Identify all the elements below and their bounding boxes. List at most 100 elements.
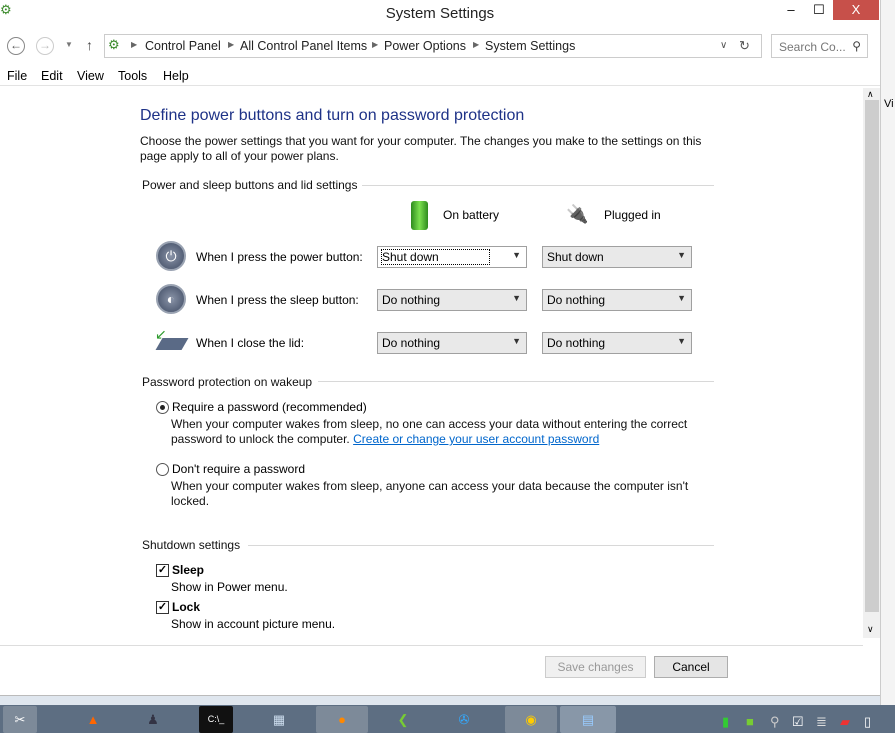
plug-icon: 🔌	[566, 204, 589, 224]
tray-nvidia-icon[interactable]: ■	[746, 714, 754, 729]
sleep-icon: ◐	[156, 284, 186, 314]
close-lid-battery-select[interactable]: Do nothing ▼	[377, 332, 527, 354]
window-border	[0, 695, 880, 705]
sleep-button-plugged-select[interactable]: Do nothing ▼	[542, 289, 692, 311]
scrollbar-thumb[interactable]	[865, 100, 879, 612]
breadcrumb-system-settings[interactable]: System Settings	[485, 39, 575, 53]
laptop-lid-icon: ↙	[155, 326, 189, 354]
power-button-battery-select[interactable]: Shut down ▼	[377, 246, 527, 268]
taskbar-app-nvidia-icon[interactable]: ❮	[386, 706, 420, 733]
sleep-description: Show in Power menu.	[171, 580, 288, 594]
breadcrumb-control-panel[interactable]: Control Panel	[145, 39, 221, 53]
selected-value: Shut down	[381, 249, 490, 265]
taskbar-app-vlc-icon[interactable]: ▲	[76, 706, 110, 733]
background-window: Vi	[880, 0, 895, 705]
menu-edit[interactable]: Edit	[41, 69, 63, 83]
chevron-down-icon: ▼	[512, 293, 521, 303]
save-changes-button[interactable]: Save changes	[545, 656, 646, 678]
lock-checkbox[interactable]: ✓	[156, 601, 169, 614]
tray-battery-icon[interactable]: ▮	[722, 714, 729, 730]
require-password-radio[interactable]	[156, 401, 169, 414]
plugged-in-header: Plugged in	[604, 208, 661, 222]
taskbar-app-blue-icon[interactable]: ✇	[447, 706, 481, 733]
chevron-down-icon: ▼	[512, 336, 521, 346]
breadcrumb-separator: ▶	[228, 40, 235, 49]
recent-pages-chevron-icon[interactable]: ▼	[65, 40, 73, 49]
breadcrumb-power-options[interactable]: Power Options	[384, 39, 466, 53]
power-button-label: When I press the power button:	[196, 250, 363, 264]
control-panel-icon: ⚙	[108, 37, 120, 52]
selected-value: Shut down	[547, 250, 604, 264]
cancel-button[interactable]: Cancel	[654, 656, 728, 678]
taskbar-app-cmd-icon[interactable]: C:\_	[199, 706, 233, 733]
footer	[0, 645, 863, 695]
on-battery-header: On battery	[443, 208, 500, 222]
search-icon: ⚲	[852, 39, 861, 53]
forward-button[interactable]: →	[36, 37, 54, 55]
divider	[362, 185, 714, 186]
intro-text: Choose the power settings that you want …	[140, 134, 702, 163]
sleep-button-battery-select[interactable]: Do nothing ▼	[377, 289, 527, 311]
breadcrumb-all-items[interactable]: All Control Panel Items	[240, 39, 367, 53]
no-password-radio[interactable]	[156, 463, 169, 476]
require-password-label[interactable]: Require a password (recommended)	[172, 400, 367, 414]
no-password-label[interactable]: Don't require a password	[172, 462, 305, 476]
scroll-down-icon[interactable]: ∨	[867, 624, 874, 635]
back-button[interactable]: ←	[7, 37, 25, 55]
taskbar-app-control-panel-icon[interactable]: ▤	[560, 706, 616, 733]
taskbar-app-calculator-icon[interactable]: ▦	[262, 706, 296, 733]
close-lid-plugged-select[interactable]: Do nothing ▼	[542, 332, 692, 354]
lock-label[interactable]: Lock	[172, 600, 200, 614]
menu-help[interactable]: Help	[163, 69, 189, 83]
tray-security-icon[interactable]: ☑	[792, 714, 804, 730]
address-dropdown-chevron-icon[interactable]: ∨	[720, 40, 727, 51]
scroll-up-icon[interactable]: ∧	[867, 89, 874, 100]
tray-power-icon[interactable]: ▯	[864, 714, 871, 730]
selected-value: Do nothing	[382, 336, 441, 350]
page-title: Define power buttons and turn on passwor…	[140, 107, 525, 124]
search-input[interactable]: Search Co... ⚲	[771, 34, 868, 58]
close-lid-label: When I close the lid:	[196, 336, 305, 350]
chevron-down-icon: ▼	[677, 250, 686, 260]
refresh-icon[interactable]: ↻	[739, 38, 750, 54]
taskbar-app-firefox-icon[interactable]: ●	[316, 706, 368, 733]
power-group-heading: Power and sleep buttons and lid settings	[142, 178, 358, 192]
menu-file[interactable]: File	[7, 69, 27, 83]
maximize-button[interactable]: ☐	[806, 0, 832, 20]
sleep-label[interactable]: Sleep	[172, 563, 204, 577]
divider	[318, 381, 714, 382]
menu-view[interactable]: View	[77, 69, 104, 83]
shutdown-group-heading: Shutdown settings	[142, 538, 241, 552]
search-placeholder: Search Co...	[779, 40, 846, 54]
chevron-down-icon: ▼	[677, 336, 686, 346]
title-bar: ⚙ System Settings ‒ ☐ X	[0, 0, 880, 30]
breadcrumb-separator: ▶	[473, 40, 480, 49]
chevron-down-icon: ▼	[677, 293, 686, 303]
taskbar-app-disk-icon[interactable]: ◉	[505, 706, 557, 733]
breadcrumb-separator: ▶	[131, 40, 138, 49]
taskbar-app-spy-icon[interactable]: ♟	[136, 706, 170, 733]
sleep-checkbox[interactable]: ✓	[156, 564, 169, 577]
minimize-button[interactable]: ‒	[778, 0, 804, 20]
battery-icon	[411, 201, 428, 230]
tray-usb-icon[interactable]: ⚲	[770, 714, 780, 730]
no-password-description: When your computer wakes from sleep, any…	[171, 479, 689, 508]
sleep-button-label: When I press the sleep button:	[196, 293, 359, 307]
taskbar-app-snipping-icon[interactable]: ✂	[3, 706, 37, 733]
selected-value: Do nothing	[547, 293, 606, 307]
breadcrumb-separator: ▶	[372, 40, 379, 49]
selected-value: Do nothing	[547, 336, 606, 350]
lock-description: Show in account picture menu.	[171, 617, 336, 631]
close-button[interactable]: X	[833, 0, 879, 20]
password-group-heading: Password protection on wakeup	[142, 375, 313, 389]
chevron-down-icon: ▼	[512, 250, 521, 260]
content-area	[0, 88, 863, 640]
change-password-link[interactable]: Create or change your user account passw…	[353, 432, 599, 446]
menu-tools[interactable]: Tools	[118, 69, 147, 83]
tray-list-icon[interactable]: ≣	[816, 714, 827, 730]
up-arrow-icon[interactable]: ↑	[86, 37, 93, 53]
window-title: System Settings	[385, 5, 495, 22]
power-button-plugged-select[interactable]: Shut down ▼	[542, 246, 692, 268]
selected-value: Do nothing	[382, 293, 441, 307]
tray-app-icon[interactable]: ▰	[840, 714, 850, 730]
